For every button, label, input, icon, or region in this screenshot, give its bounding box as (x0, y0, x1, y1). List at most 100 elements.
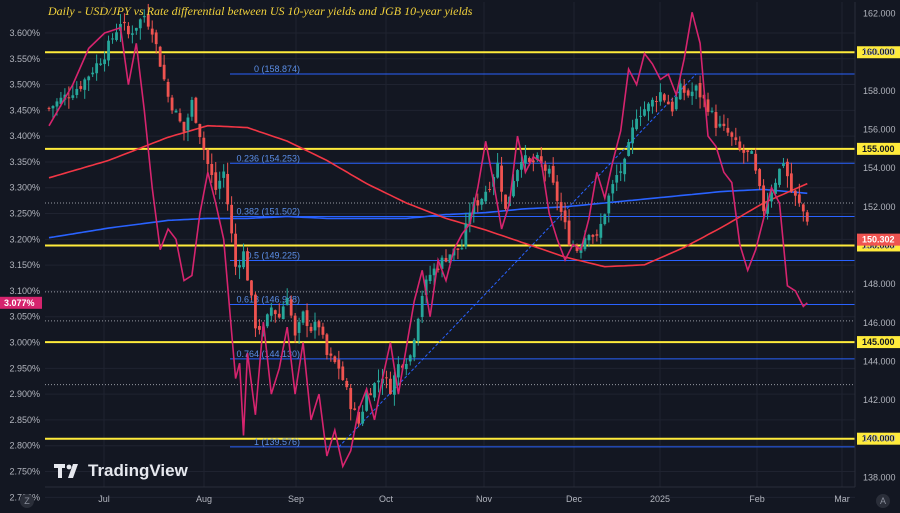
candle-body (778, 168, 781, 185)
candle-body (186, 117, 190, 131)
candle-body (627, 142, 631, 156)
right-axis-tick: 146.000 (863, 318, 896, 328)
tradingview-logo: TradingView (54, 461, 188, 481)
candle-body (254, 294, 257, 329)
log-scale-button[interactable]: Z (20, 494, 34, 508)
candle-body (83, 79, 87, 90)
fib-level-label: 0.236 (154.253) (236, 153, 300, 163)
left-axis-tick: 3.150% (9, 260, 40, 270)
candle-body (801, 204, 805, 212)
candle-body (587, 234, 591, 241)
x-axis-tick: Dec (566, 494, 583, 504)
candle-body (170, 97, 174, 111)
candle-body (329, 353, 333, 356)
candle-body (643, 109, 646, 116)
left-axis-tick: 2.950% (9, 363, 40, 373)
candle-body (297, 322, 301, 333)
candle-body (309, 326, 313, 332)
candle-body (658, 92, 662, 102)
candle-body (516, 170, 519, 182)
candle-body (456, 248, 460, 250)
candle-body (317, 321, 321, 328)
candle-body (754, 153, 758, 171)
candle-body (488, 189, 492, 191)
candle-body (305, 310, 309, 327)
candle-body (198, 123, 202, 138)
candle-body (51, 106, 55, 109)
right-axis-tick: 156.000 (863, 125, 896, 135)
candle-body (698, 83, 702, 98)
left-axis-tick: 3.600% (9, 28, 40, 38)
chart-title: Daily - USD/JPY vs Rate differential bet… (48, 4, 473, 18)
candle-body (55, 101, 59, 107)
candle-body (555, 181, 559, 201)
candle-body (285, 298, 289, 306)
candle-body (345, 380, 349, 388)
candle-body (504, 194, 507, 209)
right-axis-tick: 152.000 (863, 202, 896, 212)
candle-body (651, 99, 654, 107)
candle-body (369, 393, 372, 396)
candle-body (480, 198, 484, 205)
candle-body (321, 326, 325, 335)
candle-body (793, 190, 797, 196)
candle-body (341, 366, 345, 381)
candle-body (349, 388, 353, 410)
candle-body (281, 306, 285, 320)
x-axis-tick: Feb (749, 494, 765, 504)
candle-body (524, 155, 527, 164)
candle-body (353, 408, 357, 410)
candle-body (158, 46, 162, 67)
candle-body (603, 214, 607, 225)
candle-body (567, 220, 571, 245)
left-axis-tick: 3.200% (9, 234, 40, 244)
candle-body (551, 165, 555, 183)
level-price-label: 145.000 (862, 337, 895, 347)
candle-body (95, 63, 99, 74)
right-axis-tick: 142.000 (863, 395, 896, 405)
last-spread-value: 3.077% (4, 298, 35, 308)
right-axis-tick: 160.000 (863, 47, 896, 57)
price-chart[interactable]: 160.000155.000150.000145.000140.000 0 (1… (0, 0, 900, 513)
candle-body (444, 257, 448, 262)
candle-body (190, 99, 194, 117)
candle-body (432, 268, 436, 276)
candle-body (742, 149, 746, 153)
candle-body (333, 356, 337, 363)
candle-body (123, 21, 126, 24)
candle-body (313, 321, 317, 331)
candle-body (631, 127, 634, 144)
candle-body (607, 195, 611, 214)
candle-body (678, 83, 682, 100)
candle-body (166, 81, 170, 97)
candle-body (174, 110, 178, 113)
candle-body (662, 94, 666, 101)
x-axis-tick: Nov (476, 494, 493, 504)
candle-body (99, 63, 103, 65)
candle-body (718, 123, 722, 127)
candle-body (547, 168, 551, 174)
candle-body (130, 33, 134, 35)
x-axis-tick: Mar (834, 494, 850, 504)
left-axis-tick: 2.850% (9, 415, 40, 425)
candle-body (277, 313, 281, 318)
left-axis-tick: 2.900% (9, 389, 40, 399)
candle-body (758, 169, 762, 187)
candle-body (762, 185, 765, 212)
x-axis-tick: 2025 (650, 494, 670, 504)
candle-body (619, 171, 623, 173)
candle-body (722, 123, 726, 127)
candle-body (273, 310, 277, 315)
right-axis-tick: 138.000 (863, 472, 896, 482)
candle-body (599, 223, 603, 238)
candle-body (476, 200, 480, 206)
candle-body (79, 86, 83, 89)
candle-body (258, 325, 261, 330)
left-axis-tick: 3.550% (9, 54, 40, 64)
candle-body (655, 100, 658, 102)
left-axis-tick: 2.750% (9, 467, 40, 477)
candle-body (91, 72, 95, 75)
candle-body (674, 96, 678, 110)
auto-scale-button[interactable]: A (876, 494, 890, 508)
candle-body (182, 121, 186, 132)
